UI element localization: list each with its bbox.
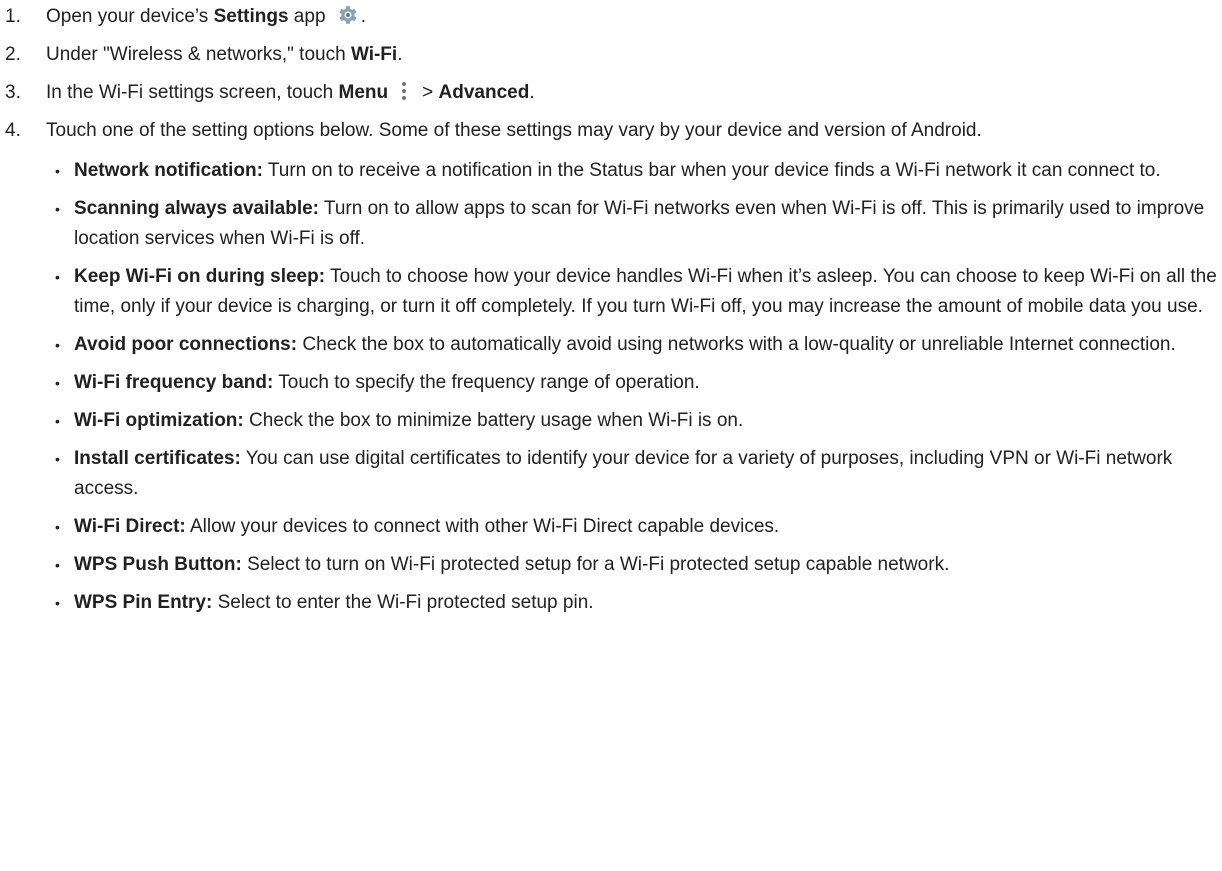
option-title: Scanning always available: [74, 198, 319, 219]
settings-gear-icon [335, 3, 359, 27]
step-number: 2. [5, 44, 21, 65]
bullet-icon: • [55, 163, 60, 179]
list-item: • Wi-Fi Direct: Allow your devices to con… [46, 512, 1222, 542]
option-title: Avoid poor connections: [74, 334, 298, 355]
bullet-icon: • [55, 337, 60, 353]
step-number: 3. [5, 82, 21, 103]
step-number: 4. [5, 120, 21, 141]
option-title: WPS Pin Entry: [74, 592, 213, 613]
option-title: Wi-Fi optimization: [74, 410, 244, 431]
option-description: Select to turn on Wi-Fi protected setup … [241, 554, 950, 575]
list-item: • Scanning always available: Turn on to a… [46, 194, 1222, 254]
option-title: Wi-Fi frequency band: [74, 372, 274, 393]
advanced-bold-label: Advanced [438, 82, 530, 103]
option-title: Keep Wi-Fi on during sleep: [74, 266, 326, 287]
option-description: Turn on to receive a notification in the… [262, 160, 1161, 181]
list-item: • Wi-Fi frequency band: Touch to specify … [46, 368, 1222, 398]
step-text: In the Wi-Fi settings screen, touch Menu… [46, 82, 535, 103]
step-1: 1. Open your device’s Settings app . [0, 2, 1222, 32]
step-4: 4. Touch one of the setting options belo… [0, 116, 1222, 618]
option-description: Touch to specify the frequency range of … [273, 372, 700, 393]
bullet-icon: • [55, 451, 60, 467]
step-text: Under "Wireless & networks," touch Wi-Fi… [46, 44, 403, 65]
list-item: • Keep Wi-Fi on during sleep: Touch to ch… [46, 262, 1222, 322]
list-item: • WPS Push Button: Select to turn on Wi-F… [46, 550, 1222, 580]
bullet-icon: • [55, 201, 60, 217]
menu-bold-label: Menu [338, 82, 389, 103]
bullet-icon: • [55, 519, 60, 535]
option-description: Allow your devices to connect with other… [185, 516, 780, 537]
settings-bold-label: Settings [213, 6, 289, 27]
option-title: Install certificates: [74, 448, 241, 469]
list-item: • Avoid poor connections: Check the box t… [46, 330, 1222, 360]
step-2: 2. Under "Wireless & networks," touch Wi… [0, 40, 1222, 70]
option-title: Network notification: [74, 160, 263, 181]
bullet-icon: • [55, 269, 60, 285]
option-description: Select to enter the Wi-Fi protected setu… [212, 592, 594, 613]
wifi-bold-label: Wi-Fi [350, 44, 398, 65]
list-item: • WPS Pin Entry: Select to enter the Wi-F… [46, 588, 1222, 618]
steps-list: 1. Open your device’s Settings app . 2. … [0, 2, 1222, 618]
option-title: WPS Push Button: [74, 554, 242, 575]
bullet-icon: • [55, 375, 60, 391]
list-item: • Install certificates: You can use digit… [46, 444, 1222, 504]
step-text: Touch one of the setting options below. … [46, 120, 982, 141]
setting-options-list: • Network notification: Turn on to receiv… [46, 156, 1222, 618]
list-item: • Wi-Fi optimization: Check the box to mi… [46, 406, 1222, 436]
instructions-document: 1. Open your device’s Settings app . 2. … [0, 0, 1222, 618]
more-vert-icon [394, 80, 414, 102]
step-text: Open your device’s Settings app . [46, 6, 366, 27]
list-item: • Network notification: Turn on to receiv… [46, 156, 1222, 186]
option-title: Wi-Fi Direct: [74, 516, 186, 537]
step-number: 1. [5, 6, 21, 27]
bullet-icon: • [55, 557, 60, 573]
step-3: 3. In the Wi-Fi settings screen, touch M… [0, 78, 1222, 108]
option-description: Check the box to minimize battery usage … [243, 410, 744, 431]
bullet-icon: • [55, 413, 60, 429]
option-description: Check the box to automatically avoid usi… [297, 334, 1176, 355]
bullet-icon: • [55, 595, 60, 611]
